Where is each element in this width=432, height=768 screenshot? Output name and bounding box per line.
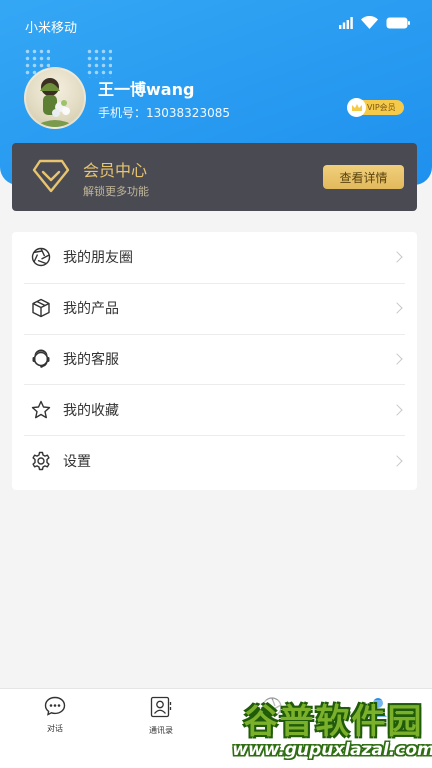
chat-icon — [44, 696, 66, 720]
menu-item-label: 我的收藏 — [63, 402, 119, 419]
decor-dots — [86, 48, 112, 78]
tab-label: 通讯录 — [149, 726, 173, 735]
diamond-icon — [32, 158, 70, 198]
avatar[interactable] — [24, 67, 86, 129]
wifi-icon — [361, 16, 378, 29]
menu-item-customer-service[interactable]: 我的客服 — [12, 333, 417, 385]
watermark: 谷普软件园 www.gupuxlazal.com — [232, 700, 432, 764]
menu-list: 我的朋友圈 我的产品 我的客服 我的收藏 设置 — [12, 232, 417, 490]
aperture-icon — [31, 247, 51, 267]
carrier-name: 小米移动 — [25, 21, 78, 36]
watermark-url: www.gupuxlazal.com — [232, 740, 432, 760]
chevron-right-icon — [391, 454, 403, 467]
member-center-card[interactable]: 会员中心 解锁更多功能 查看详情 — [12, 143, 417, 211]
menu-item-products[interactable]: 我的产品 — [12, 282, 417, 334]
crown-icon — [347, 98, 366, 117]
menu-item-favorites[interactable]: 我的收藏 — [12, 384, 417, 435]
chevron-right-icon — [391, 404, 403, 416]
status-bar: 小米移动 — [0, 0, 432, 48]
menu-item-label: 我的产品 — [63, 301, 119, 318]
menu-item-settings[interactable]: 设置 — [12, 435, 417, 486]
star-icon — [31, 400, 51, 420]
watermark-logo: 谷普软件园 — [243, 702, 424, 742]
menu-item-label: 我的朋友圈 — [63, 250, 133, 267]
signal-icon — [339, 16, 353, 29]
tab-contacts[interactable]: 通讯录 — [131, 696, 191, 736]
avatar-illustration-icon — [34, 78, 76, 127]
member-center-title: 会员中心 — [83, 161, 148, 180]
member-center-subtitle: 解锁更多功能 — [83, 185, 149, 198]
user-name: 王一博wang — [98, 80, 195, 99]
tab-chat[interactable]: 对话 — [25, 696, 85, 734]
view-details-button[interactable]: 查看详情 — [323, 165, 404, 189]
battery-icon — [386, 17, 410, 29]
chevron-right-icon — [391, 302, 403, 314]
box-icon — [31, 298, 51, 318]
gear-icon — [31, 451, 51, 471]
chevron-right-icon — [391, 353, 403, 365]
menu-item-label: 设置 — [63, 453, 91, 470]
vip-badge-label: VIP会员 — [367, 103, 396, 112]
contacts-icon — [150, 696, 172, 722]
vip-badge[interactable]: VIP会员 — [347, 98, 404, 117]
tab-label: 对话 — [47, 724, 63, 733]
menu-item-moments[interactable]: 我的朋友圈 — [12, 232, 417, 283]
phone-number: 手机号：13038323085 — [98, 106, 230, 120]
chevron-right-icon — [391, 251, 403, 264]
menu-item-label: 我的客服 — [63, 351, 119, 368]
headset-icon — [31, 349, 51, 369]
